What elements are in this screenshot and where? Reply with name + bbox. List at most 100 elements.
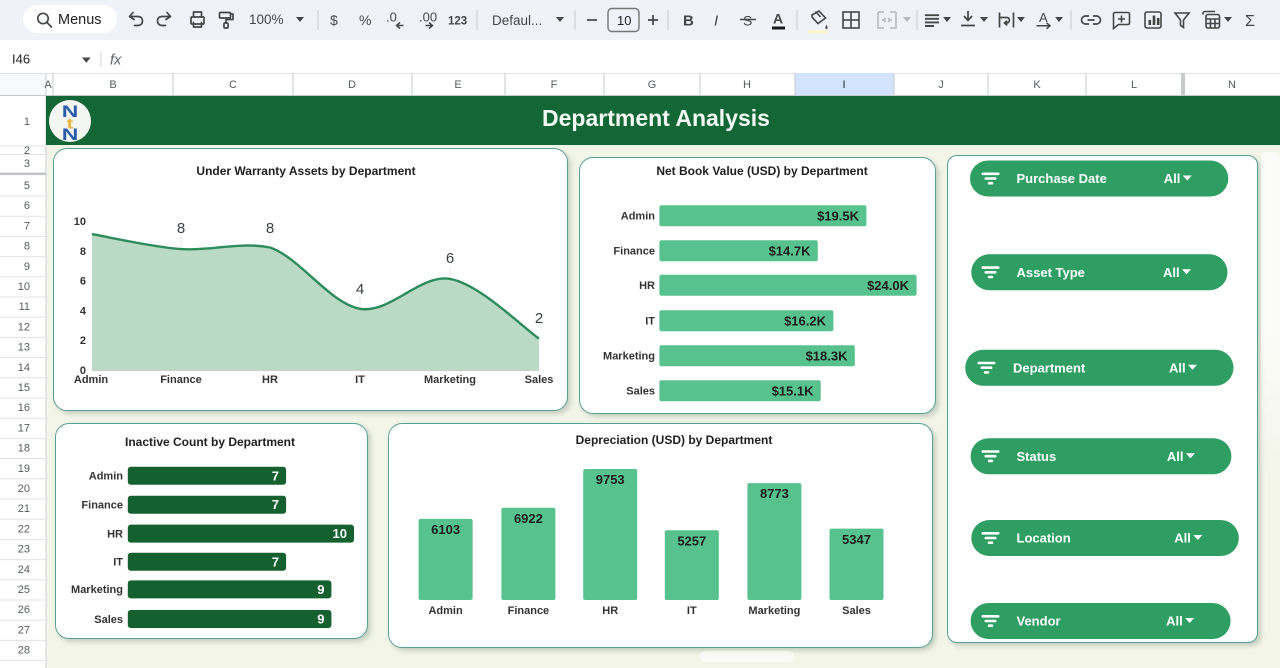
svg-text:Finance: Finance — [508, 605, 550, 617]
svg-text:Status: Status — [1017, 449, 1057, 464]
svg-text:C: C — [229, 79, 237, 91]
svg-text:6: 6 — [446, 250, 454, 267]
svg-text:27: 27 — [18, 624, 30, 636]
svg-text:5: 5 — [24, 180, 30, 192]
svg-text:24: 24 — [18, 564, 30, 576]
svg-text:8: 8 — [80, 246, 86, 258]
svg-text:Marketing: Marketing — [603, 351, 655, 363]
svg-text:N: N — [1228, 79, 1236, 91]
svg-text:15: 15 — [18, 382, 30, 394]
svg-text:4: 4 — [356, 281, 364, 298]
svg-text:I: I — [842, 79, 845, 91]
svg-text:28: 28 — [18, 645, 30, 657]
svg-text:Menus: Menus — [58, 12, 102, 28]
svg-text:Sales: Sales — [626, 386, 655, 398]
svg-text:HR: HR — [262, 374, 278, 386]
svg-text:6103: 6103 — [431, 522, 460, 537]
svg-text:9: 9 — [317, 582, 324, 597]
svg-text:8: 8 — [177, 220, 185, 237]
svg-text:Vendor: Vendor — [1017, 614, 1061, 629]
svg-text:Location: Location — [1017, 531, 1071, 546]
svg-text:IT: IT — [645, 316, 655, 328]
svg-text:Depreciation (USD) by Departme: Depreciation (USD) by Department — [576, 433, 773, 447]
svg-text:8773: 8773 — [760, 486, 789, 501]
svg-text:fx: fx — [110, 53, 122, 69]
svg-text:Finance: Finance — [81, 500, 123, 512]
svg-text:.00: .00 — [419, 10, 437, 25]
svg-text:J: J — [938, 79, 944, 91]
svg-text:5347: 5347 — [842, 532, 871, 547]
svg-text:Admin: Admin — [89, 471, 124, 483]
svg-text:B: B — [683, 13, 694, 30]
svg-text:11: 11 — [19, 301, 30, 313]
svg-text:4: 4 — [80, 305, 87, 317]
svg-text:Inactive Count by Department: Inactive Count by Department — [125, 435, 295, 449]
svg-text:3: 3 — [24, 158, 30, 170]
svg-text:19: 19 — [18, 463, 30, 475]
svg-text:All: All — [1174, 531, 1191, 546]
svg-text:14: 14 — [18, 362, 30, 374]
svg-text:23: 23 — [18, 544, 30, 556]
svg-text:Marketing: Marketing — [424, 374, 476, 386]
svg-text:Finance: Finance — [160, 374, 202, 386]
svg-text:2: 2 — [535, 310, 543, 327]
svg-text:D: D — [348, 79, 356, 91]
svg-text:20: 20 — [18, 483, 30, 495]
svg-text:2: 2 — [24, 145, 30, 157]
svg-text:2: 2 — [80, 335, 86, 347]
svg-text:123: 123 — [448, 16, 467, 28]
svg-text:12: 12 — [18, 321, 30, 333]
svg-text:A: A — [773, 11, 783, 27]
svg-text:7: 7 — [272, 468, 279, 483]
svg-text:Asset Type: Asset Type — [1017, 265, 1085, 280]
svg-text:F: F — [551, 79, 558, 91]
svg-text:K: K — [1033, 79, 1041, 91]
svg-text:Sales: Sales — [842, 605, 871, 617]
svg-text:25: 25 — [18, 584, 30, 596]
svg-text:7: 7 — [272, 554, 279, 569]
svg-text:HR: HR — [639, 280, 655, 292]
svg-text:10: 10 — [74, 216, 86, 228]
svg-text:Admin: Admin — [74, 374, 109, 386]
svg-text:B: B — [109, 79, 116, 91]
svg-text:A: A — [44, 79, 52, 91]
svg-text:10: 10 — [333, 526, 347, 541]
svg-text:.0: .0 — [386, 10, 397, 25]
svg-text:$18.3K: $18.3K — [806, 349, 849, 364]
svg-text:Department: Department — [1013, 360, 1086, 375]
svg-text:16: 16 — [18, 402, 30, 414]
svg-text:6: 6 — [80, 276, 86, 288]
svg-text:All: All — [1163, 265, 1180, 280]
svg-text:5257: 5257 — [677, 534, 706, 549]
svg-text:13: 13 — [18, 342, 30, 354]
svg-text:9: 9 — [317, 612, 324, 627]
svg-text:21: 21 — [18, 503, 30, 515]
svg-text:$: $ — [330, 12, 338, 28]
svg-text:IT: IT — [687, 605, 697, 617]
svg-text:1: 1 — [24, 116, 30, 128]
svg-text:Admin: Admin — [428, 605, 463, 617]
svg-text:Finance: Finance — [613, 246, 655, 258]
svg-text:26: 26 — [18, 604, 30, 616]
svg-text:8: 8 — [24, 241, 30, 253]
svg-text:IT: IT — [113, 557, 123, 569]
svg-text:7: 7 — [272, 497, 279, 512]
svg-text:Sales: Sales — [525, 374, 554, 386]
svg-text:Admin: Admin — [621, 211, 656, 223]
svg-text:$16.2K: $16.2K — [784, 314, 827, 329]
svg-text:All: All — [1166, 614, 1183, 629]
svg-text:Sales: Sales — [94, 614, 123, 626]
svg-text:8: 8 — [266, 220, 274, 237]
svg-text:$24.0K: $24.0K — [867, 278, 910, 293]
svg-text:17: 17 — [18, 422, 30, 434]
svg-text:%: % — [359, 12, 371, 28]
svg-text:10: 10 — [18, 281, 30, 293]
svg-text:$14.7K: $14.7K — [769, 244, 812, 259]
svg-text:Defaul...: Defaul... — [492, 13, 542, 28]
svg-text:L: L — [1131, 79, 1137, 91]
svg-text:$19.5K: $19.5K — [817, 209, 860, 224]
svg-text:S: S — [743, 13, 752, 29]
svg-text:HR: HR — [602, 605, 618, 617]
svg-text:Σ: Σ — [1245, 13, 1255, 30]
svg-text:All: All — [1169, 360, 1186, 375]
